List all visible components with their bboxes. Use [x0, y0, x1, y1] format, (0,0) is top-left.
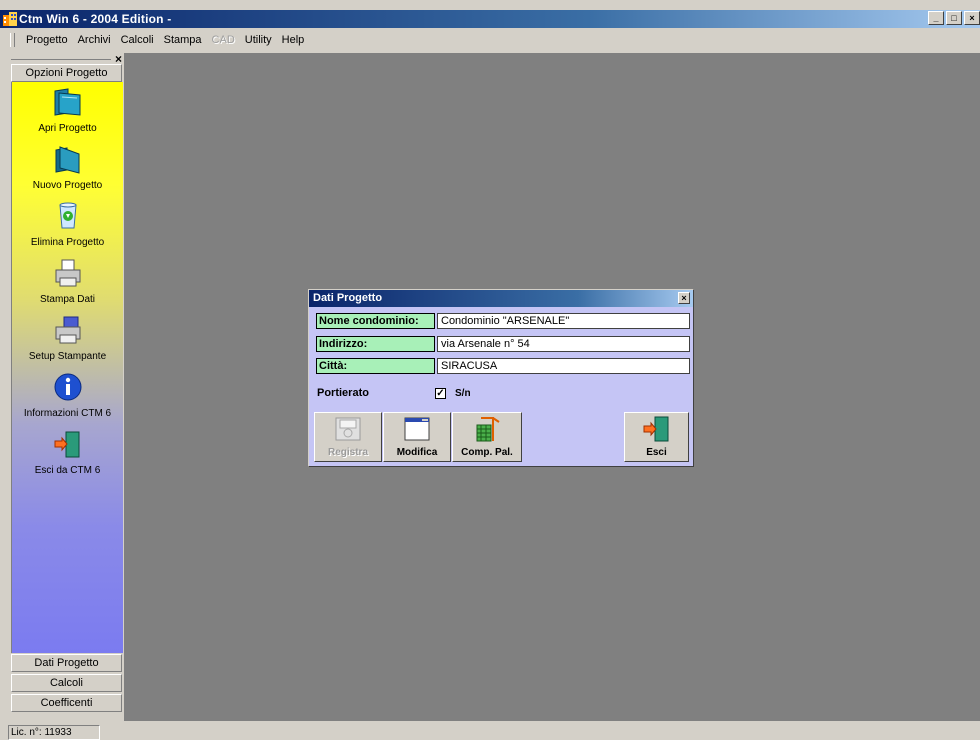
- panel-header-dati-progetto[interactable]: Dati Progetto: [11, 654, 122, 672]
- esci-button-label: Esci: [646, 447, 667, 458]
- menu-stampa[interactable]: Stampa: [159, 34, 207, 46]
- building-crane-icon: [476, 417, 500, 442]
- exit-door-icon: [54, 431, 79, 458]
- window-title: Ctm Win 6 - 2004 Edition -: [19, 12, 172, 26]
- dialog-titlebar[interactable]: Dati Progetto ×: [309, 290, 693, 307]
- sidebar-item-label: Esci da CTM 6: [34, 465, 101, 476]
- sidebar-item-label: Informazioni CTM 6: [23, 408, 112, 419]
- license-status: Lic. n°: 11933: [8, 725, 100, 740]
- dati-progetto-dialog: Dati Progetto × Nome condominio: Condomi…: [308, 289, 694, 467]
- status-bar: Lic. n°: 11933: [0, 722, 980, 740]
- window-controls: _ □ ×: [928, 11, 980, 25]
- sidebar-item-elimina-progetto[interactable]: Elimina Progetto: [12, 201, 123, 248]
- sidebar-item-stampa-dati[interactable]: Stampa Dati: [12, 258, 123, 305]
- dialog-close-button[interactable]: ×: [678, 292, 690, 304]
- menu-calcoli[interactable]: Calcoli: [116, 34, 159, 46]
- panel-header-coefficenti[interactable]: Coefficenti: [11, 694, 122, 712]
- menu-progetto[interactable]: Progetto: [21, 34, 73, 46]
- menu-grip[interactable]: [10, 33, 15, 47]
- menu-bar: Progetto Archivi Calcoli Stampa CAD Util…: [0, 30, 980, 50]
- close-window-button[interactable]: ×: [964, 11, 980, 25]
- registra-button[interactable]: Registra: [314, 412, 382, 462]
- sidebar-item-label: Nuovo Progetto: [32, 180, 103, 191]
- nome-condominio-input[interactable]: Condominio "ARSENALE": [437, 313, 690, 329]
- info-icon: [54, 373, 81, 401]
- sidebar-item-label: Setup Stampante: [28, 351, 107, 362]
- maximize-button[interactable]: □: [946, 11, 962, 25]
- citta-input[interactable]: SIRACUSA: [437, 358, 690, 374]
- citta-label: Città:: [316, 358, 435, 374]
- portierato-label: Portierato: [317, 387, 369, 399]
- sidebar-item-label: Elimina Progetto: [30, 237, 105, 248]
- indirizzo-input[interactable]: via Arsenale n° 54: [437, 336, 690, 352]
- options-panel-body: Apri Progetto Nuovo Progetto Elimina Pro…: [11, 82, 123, 653]
- printer-icon: [55, 259, 80, 287]
- recycle-bin-icon: [58, 202, 77, 229]
- sidebar-item-label: Stampa Dati: [39, 294, 96, 305]
- panel-header-opzioni-progetto[interactable]: Opzioni Progetto: [11, 64, 122, 82]
- save-disk-icon: [335, 417, 361, 441]
- sidebar-item-informazioni[interactable]: Informazioni CTM 6: [12, 372, 123, 419]
- new-folder-icon: [55, 146, 79, 174]
- printer-setup-icon: [55, 316, 80, 344]
- esci-button[interactable]: Esci: [624, 412, 689, 462]
- sidebar-item-esci[interactable]: Esci da CTM 6: [12, 429, 123, 476]
- exit-door-icon: [643, 416, 668, 442]
- window-edit-icon: [404, 417, 430, 441]
- dialog-title: Dati Progetto: [313, 292, 383, 304]
- menu-help[interactable]: Help: [277, 34, 310, 46]
- menu-cad: CAD: [211, 34, 235, 46]
- modifica-button[interactable]: Modifica: [383, 412, 451, 462]
- sidebar-close-icon[interactable]: ×: [115, 53, 122, 65]
- registra-button-label: Registra: [327, 447, 368, 458]
- options-sidebar: × Opzioni Progetto Apri Progetto Nuovo P…: [11, 53, 123, 720]
- menu-utility[interactable]: Utility: [240, 34, 277, 46]
- nome-condominio-label: Nome condominio:: [316, 313, 435, 329]
- comp-pal-button[interactable]: Comp. Pal.: [452, 412, 522, 462]
- app-logo-icon: [3, 12, 17, 26]
- sidebar-item-setup-stampante[interactable]: Setup Stampante: [12, 315, 123, 362]
- portierato-checkbox[interactable]: ✓: [435, 388, 446, 399]
- portierato-option-label: S/n: [455, 388, 471, 399]
- sidebar-item-nuovo-progetto[interactable]: Nuovo Progetto: [12, 144, 123, 191]
- sidebar-divider: [11, 59, 111, 60]
- modifica-button-label: Modifica: [396, 447, 438, 458]
- comp-pal-button-label: Comp. Pal.: [461, 447, 513, 458]
- indirizzo-label: Indirizzo:: [316, 336, 435, 352]
- minimize-button[interactable]: _: [928, 11, 944, 25]
- sidebar-item-label: Apri Progetto: [38, 123, 97, 134]
- open-folder-icon: [54, 88, 80, 116]
- sidebar-item-apri-progetto[interactable]: Apri Progetto: [12, 87, 123, 134]
- panel-header-calcoli[interactable]: Calcoli: [11, 674, 122, 692]
- window-titlebar[interactable]: Ctm Win 6 - 2004 Edition - _ □ ×: [0, 10, 980, 28]
- menu-archivi[interactable]: Archivi: [73, 34, 116, 46]
